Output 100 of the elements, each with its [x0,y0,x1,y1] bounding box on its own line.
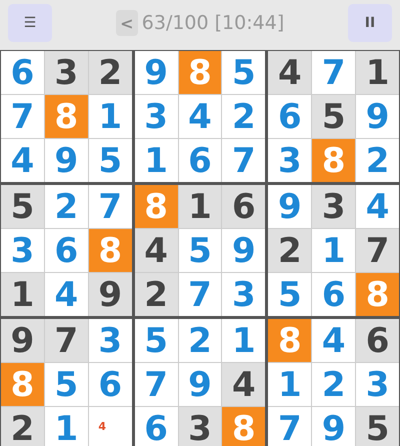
sudoku-cell[interactable]: 3 [268,139,312,182]
sudoku-cell[interactable]: 5 [178,229,222,272]
sudoku-cell[interactable]: 9 [312,407,356,446]
cell-digit: 8 [278,324,302,358]
sudoku-cell[interactable]: 4 [268,51,312,94]
cell-digit: 7 [98,190,122,224]
sudoku-cell[interactable]: 6 [88,363,132,406]
cell-digit: 4 [322,324,346,358]
sudoku-cell[interactable]: 5 [1,185,44,228]
sudoku-cell[interactable]: 3 [44,51,88,94]
sudoku-cell[interactable]: 8 [268,319,312,362]
pause-button[interactable]: II [348,4,392,42]
sudoku-cell[interactable]: 7 [356,229,399,272]
sudoku-cell[interactable]: 2 [356,139,399,182]
sudoku-cell[interactable]: 6 [268,95,312,138]
sudoku-cell[interactable]: 4 [44,273,88,316]
sudoku-cell[interactable]: 4 [222,363,266,406]
menu-button[interactable]: ☰ [8,4,52,42]
sudoku-cell[interactable]: 1 [222,319,266,362]
sudoku-cell[interactable]: 5 [356,407,399,446]
sudoku-cell[interactable]: 2 [88,51,132,94]
sudoku-cell[interactable]: 8 [44,95,88,138]
cell-digit: 3 [98,324,122,358]
cell-digit: 2 [98,56,122,90]
cell-digit: 9 [144,56,168,90]
sudoku-cell[interactable]: 3 [1,229,44,272]
sudoku-cell[interactable]: 3 [88,319,132,362]
sudoku-cell[interactable]: 3 [178,407,222,446]
sudoku-cell[interactable]: 8 [88,229,132,272]
sudoku-cell[interactable]: 8 [312,139,356,182]
sudoku-cell[interactable]: 4 [88,407,132,446]
sudoku-cell[interactable]: 7 [312,51,356,94]
sudoku-cell[interactable]: 5 [268,273,312,316]
sudoku-cell[interactable]: 5 [88,139,132,182]
sudoku-cell[interactable]: 1 [268,363,312,406]
sudoku-cell[interactable]: 6 [44,229,88,272]
cell-digit: 9 [10,324,34,358]
sudoku-cell[interactable]: 4 [1,139,44,182]
sudoku-cell[interactable]: 5 [44,363,88,406]
cell-digit: 5 [188,234,212,268]
sudoku-cell[interactable]: 8 [178,51,222,94]
sudoku-cell[interactable]: 2 [44,185,88,228]
sudoku-cell[interactable]: 8 [134,185,178,228]
sudoku-cell[interactable]: 4 [178,95,222,138]
sudoku-cell[interactable]: 9 [356,95,399,138]
sudoku-cell[interactable]: 2 [268,229,312,272]
sudoku-cell[interactable]: 7 [222,139,266,182]
sudoku-cell[interactable]: 9 [178,363,222,406]
cell-digit: 5 [232,56,256,90]
sudoku-cell[interactable]: 6 [312,273,356,316]
sudoku-cell[interactable]: 5 [134,319,178,362]
sudoku-cell[interactable]: 1 [1,273,44,316]
sudoku-cell[interactable]: 9 [1,319,44,362]
sudoku-cell[interactable]: 7 [268,407,312,446]
sudoku-cell[interactable]: 4 [134,229,178,272]
cell-digit: 8 [98,234,122,268]
sudoku-cell[interactable]: 7 [88,185,132,228]
sudoku-cell[interactable]: 7 [1,95,44,138]
sudoku-cell[interactable]: 1 [178,185,222,228]
sudoku-cell[interactable]: 9 [268,185,312,228]
sudoku-cell[interactable]: 7 [134,363,178,406]
back-button[interactable]: < [116,10,138,36]
sudoku-cell[interactable]: 3 [134,95,178,138]
sudoku-cell[interactable]: 1 [44,407,88,446]
sudoku-cell[interactable]: 9 [134,51,178,94]
sudoku-cell[interactable]: 6 [356,319,399,362]
cell-digit: 3 [10,234,34,268]
sudoku-cell[interactable]: 8 [1,363,44,406]
sudoku-cell[interactable]: 1 [312,229,356,272]
sudoku-cell[interactable]: 9 [44,139,88,182]
sudoku-cell[interactable]: 5 [222,51,266,94]
sudoku-cell[interactable]: 3 [356,363,399,406]
sudoku-cell[interactable]: 1 [356,51,399,94]
cell-digit: 6 [188,144,212,178]
sudoku-cell[interactable]: 5 [312,95,356,138]
cell-digit: 8 [322,144,346,178]
sudoku-cell[interactable]: 6 [178,139,222,182]
cell-digit: 8 [54,100,78,134]
sudoku-cell[interactable]: 1 [134,139,178,182]
sudoku-cell[interactable]: 2 [178,319,222,362]
sudoku-cell[interactable]: 3 [222,273,266,316]
sudoku-cell[interactable]: 6 [1,51,44,94]
sudoku-cell[interactable]: 2 [1,407,44,446]
cell-digit: 9 [188,368,212,402]
sudoku-cell[interactable]: 6 [222,185,266,228]
sudoku-cell[interactable]: 1 [88,95,132,138]
sudoku-cell[interactable]: 8 [356,273,399,316]
sudoku-cell[interactable]: 7 [178,273,222,316]
sudoku-cell[interactable]: 2 [312,363,356,406]
sudoku-cell[interactable]: 2 [134,273,178,316]
sudoku-cell[interactable]: 6 [134,407,178,446]
sudoku-cell[interactable]: 9 [88,273,132,316]
sudoku-cell[interactable]: 4 [356,185,399,228]
sudoku-cell[interactable]: 7 [44,319,88,362]
cell-digit: 5 [322,100,346,134]
sudoku-cell[interactable]: 3 [312,185,356,228]
sudoku-cell[interactable]: 4 [312,319,356,362]
sudoku-cell[interactable]: 9 [222,229,266,272]
sudoku-cell[interactable]: 2 [222,95,266,138]
sudoku-cell[interactable]: 8 [222,407,266,446]
